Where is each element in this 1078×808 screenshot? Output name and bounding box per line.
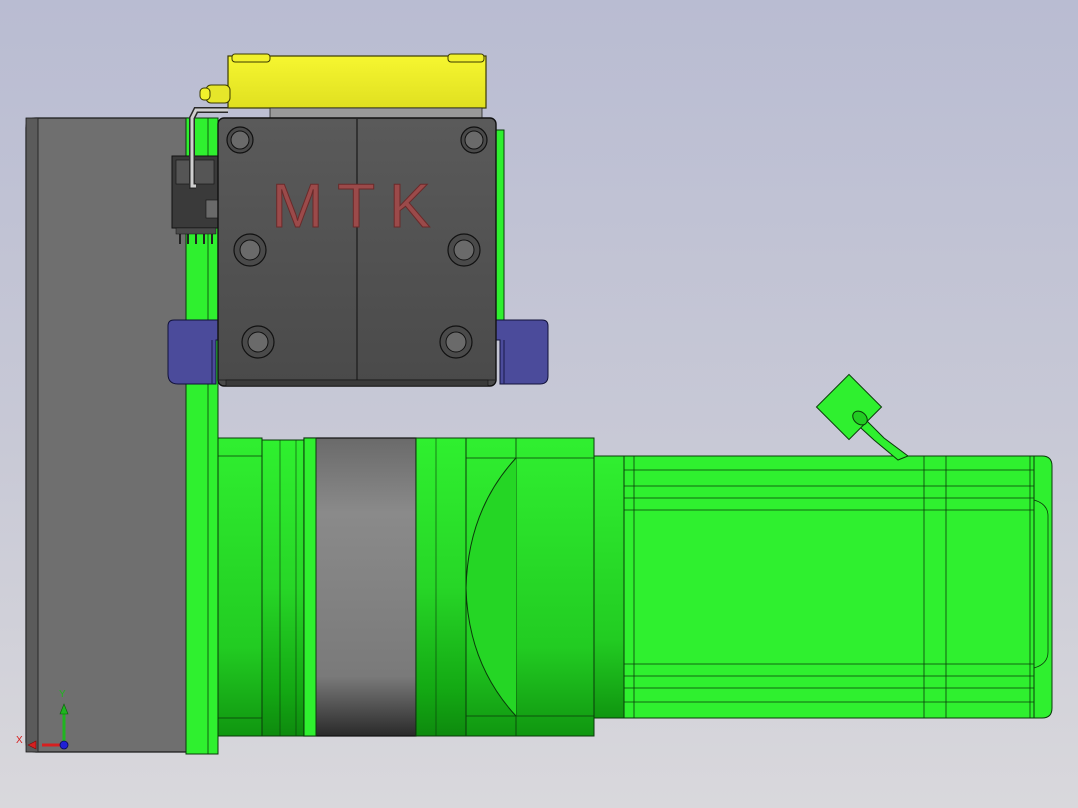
graphics-viewport[interactable]: MTK X Y bbox=[0, 0, 1078, 808]
logo-text: MTK bbox=[272, 172, 445, 241]
blue-clip-right[interactable] bbox=[495, 319, 549, 385]
servo-motor[interactable] bbox=[593, 455, 1053, 719]
screw-icon bbox=[233, 233, 267, 267]
axis-x-label: X bbox=[16, 735, 23, 746]
yellow-bracket[interactable] bbox=[199, 53, 487, 119]
cad-model-view[interactable]: MTK bbox=[0, 0, 1078, 808]
side-plate[interactable] bbox=[25, 117, 189, 753]
cable-gland[interactable] bbox=[815, 373, 910, 461]
axis-y-label: Y bbox=[59, 689, 66, 700]
blue-clip-left[interactable] bbox=[167, 319, 219, 385]
screw-icon bbox=[226, 126, 254, 154]
screw-icon bbox=[439, 325, 473, 359]
gearbox-assembly[interactable] bbox=[217, 437, 595, 737]
screw-icon bbox=[460, 126, 488, 154]
screw-icon bbox=[241, 325, 275, 359]
screw-icon bbox=[447, 233, 481, 267]
